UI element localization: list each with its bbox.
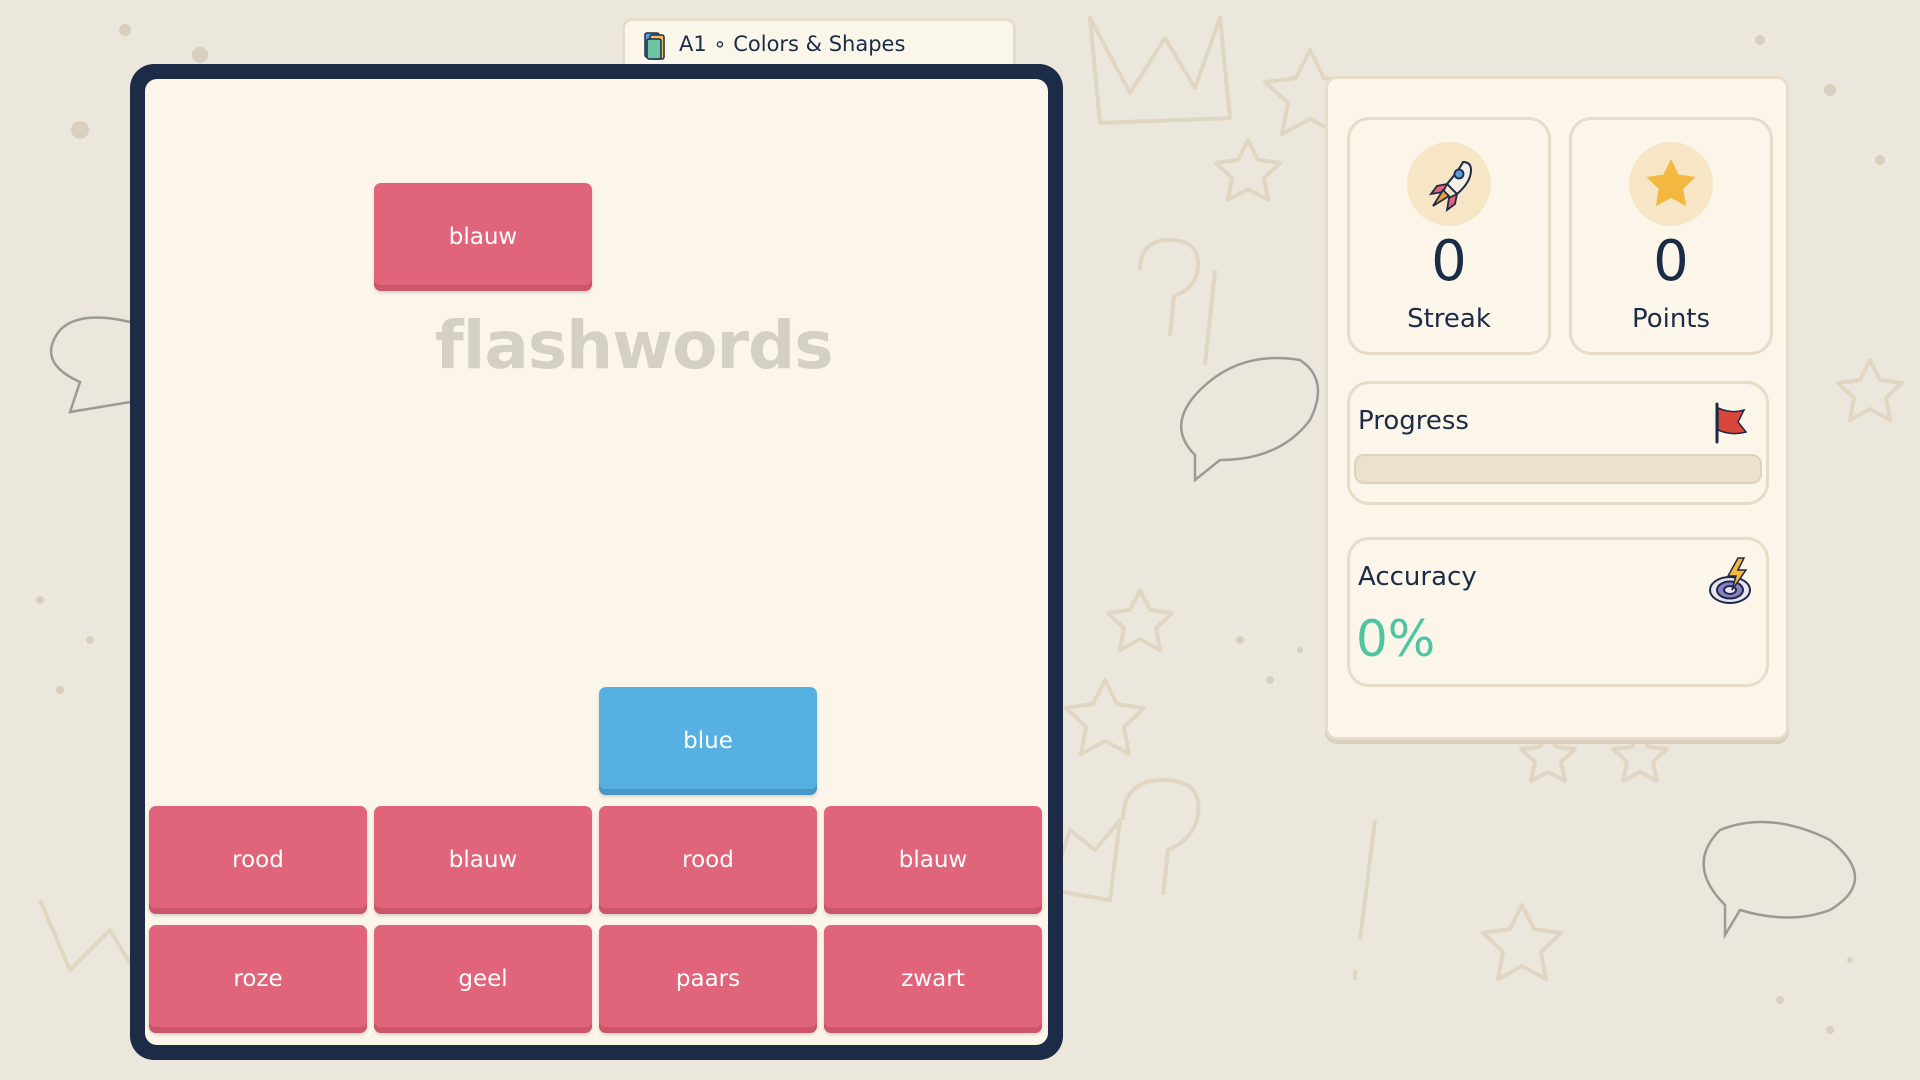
streak-value: 0	[1431, 229, 1467, 294]
stack-tile[interactable]: geel	[374, 925, 592, 1033]
rocket-icon	[1428, 160, 1473, 213]
streak-badge	[1407, 142, 1491, 226]
points-value: 0	[1653, 229, 1689, 294]
progress-bar	[1354, 454, 1762, 484]
tile-word: roze	[233, 966, 283, 992]
tile-word: rood	[682, 847, 734, 873]
streak-card: 0 Streak	[1347, 117, 1551, 355]
accuracy-card: Accuracy 0%	[1347, 537, 1769, 687]
book-stack-icon	[644, 32, 665, 60]
stack-tile[interactable]: blauw	[374, 806, 592, 914]
tile-word: geel	[458, 966, 508, 992]
level-label: A1 ∘ Colors & Shapes	[679, 32, 906, 56]
streak-label: Streak	[1407, 304, 1491, 334]
falling-tile[interactable]: blauw	[374, 183, 592, 291]
tile-word: blue	[683, 728, 733, 754]
tile-word: zwart	[901, 966, 965, 992]
falling-tile-active[interactable]: blue	[599, 687, 817, 795]
flashwords-watermark: flashwords	[435, 307, 834, 384]
play-area[interactable]: flashwords blauw blue rood blauw rood bl…	[145, 79, 1048, 1045]
progress-card: Progress	[1347, 381, 1769, 505]
stack-tile[interactable]: paars	[599, 925, 817, 1033]
points-badge	[1629, 142, 1713, 226]
accuracy-value: 0%	[1356, 610, 1436, 668]
star-icon	[1646, 159, 1696, 206]
stack-tile[interactable]: rood	[149, 806, 367, 914]
tile-word: blauw	[448, 847, 518, 873]
accuracy-label: Accuracy	[1358, 562, 1477, 592]
points-card: 0 Points	[1569, 117, 1773, 355]
stats-panel: 0 Streak 0 Points Progress Accuracy 0%	[1325, 76, 1789, 740]
game-board: flashwords blauw blue rood blauw rood bl…	[130, 64, 1063, 1060]
tile-word: blauw	[448, 224, 518, 250]
tile-word: blauw	[898, 847, 968, 873]
stack-tile[interactable]: roze	[149, 925, 367, 1033]
tile-word: paars	[675, 966, 741, 992]
stack-tile[interactable]: zwart	[824, 925, 1042, 1033]
tile-word: rood	[232, 847, 284, 873]
progress-label: Progress	[1358, 406, 1469, 436]
flag-icon	[1715, 402, 1748, 444]
points-label: Points	[1631, 304, 1711, 334]
target-icon	[1709, 557, 1751, 604]
stack-tile[interactable]: rood	[599, 806, 817, 914]
stack-tile[interactable]: blauw	[824, 806, 1042, 914]
